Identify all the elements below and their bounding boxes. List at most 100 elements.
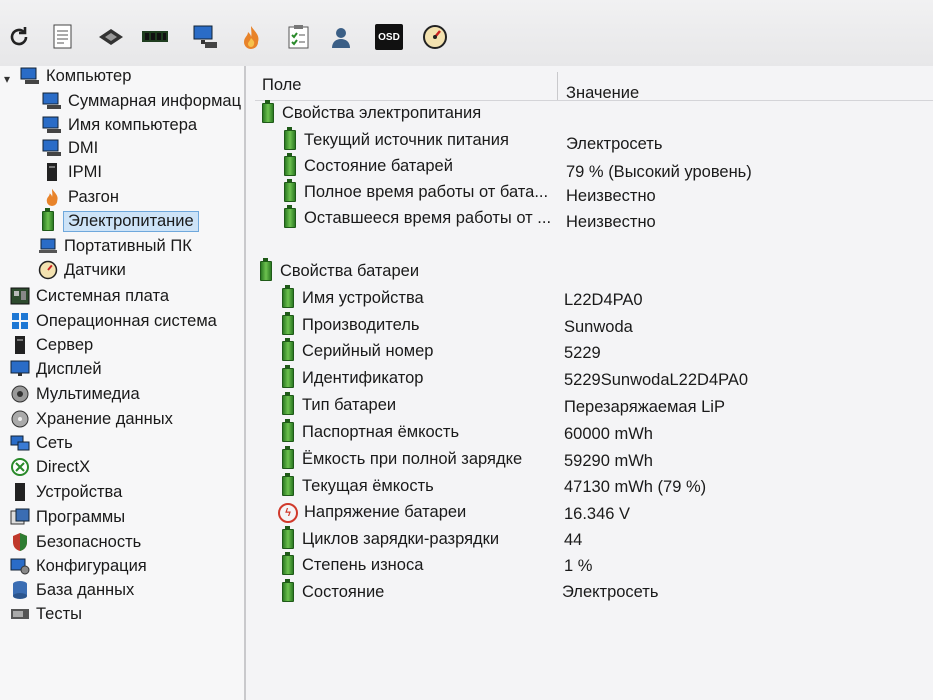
tree-item-config[interactable]: Конфигурация (10, 555, 147, 577)
column-header-value[interactable]: Значение (566, 80, 639, 106)
tree-item-portable[interactable]: Портативный ПК (38, 235, 192, 257)
battery-icon (284, 205, 298, 228)
tree-item-multimedia[interactable]: Мультимедиа (10, 383, 140, 405)
report-icon[interactable] (48, 22, 78, 52)
tree-item-label: Устройства (36, 482, 123, 501)
tree-item-dmi[interactable]: DMI (42, 137, 98, 159)
group-header-power[interactable]: Свойства электропитания (262, 100, 481, 125)
tree-item-database[interactable]: База данных (10, 579, 134, 601)
tree-item-security[interactable]: Безопасность (10, 531, 141, 553)
tree-item-computer[interactable]: Компьютер (20, 65, 131, 87)
table-row[interactable]: Циклов зарядки-разрядки (282, 526, 499, 551)
battery-icon (282, 473, 296, 496)
table-row[interactable]: Паспортная ёмкость (282, 419, 459, 444)
field-value: Электросеть (562, 582, 659, 601)
xbox-icon (10, 457, 30, 477)
tree-item-summary[interactable]: Суммарная информац (42, 90, 241, 112)
tree-item-network[interactable]: Сеть (10, 432, 73, 454)
table-row[interactable]: Ёмкость при полной зарядке (282, 446, 522, 471)
battery-icon (38, 208, 58, 231)
tree-item-overclock[interactable]: Разгон (42, 186, 119, 208)
field-label: Тип батареи (302, 395, 397, 414)
table-row[interactable]: Тип батареи (282, 392, 397, 417)
cpu-icon[interactable] (96, 22, 126, 52)
motherboard-icon (10, 286, 30, 306)
tree-item-label: Мультимедиа (36, 384, 140, 403)
user-icon[interactable] (326, 22, 356, 52)
table-row[interactable]: Полное время работы от бата... (284, 179, 548, 204)
tree-item-ipmi[interactable]: IPMI (42, 161, 102, 183)
battery-icon (284, 127, 298, 150)
table-row[interactable]: Идентификатор (282, 365, 423, 390)
table-row[interactable]: Степень износа (282, 552, 423, 577)
battery-icon (284, 179, 298, 202)
tree-item-label: Дисплей (36, 359, 102, 378)
checklist-icon[interactable] (284, 22, 314, 52)
tree-item-tests[interactable]: Тесты (10, 603, 82, 625)
tree-item-label: Безопасность (36, 532, 142, 551)
tree-item-display[interactable]: Дисплей (10, 358, 102, 380)
tree-item-label: DirectX (36, 457, 91, 476)
tree-item-label: Электропитание (63, 210, 199, 232)
flame-icon[interactable] (236, 22, 266, 52)
shield-icon (10, 532, 30, 552)
tree-item-label: Программы (36, 507, 126, 526)
field-value: Электросеть (566, 134, 663, 153)
field-label: Текущая ёмкость (302, 476, 434, 495)
field-value: Sunwoda (564, 317, 633, 336)
table-row[interactable]: Имя устройства (282, 285, 424, 310)
field-value: L22D4PA0 (564, 290, 643, 309)
table-row[interactable]: Оставшееся время работы от ... (284, 205, 551, 230)
server-icon (42, 162, 62, 182)
table-row[interactable]: Серийный номер (282, 338, 434, 363)
computer-icon (42, 115, 62, 135)
tree-item-storage[interactable]: Хранение данных (10, 408, 173, 430)
tests-icon (10, 604, 30, 624)
toolbar: OSD (0, 0, 933, 67)
collapse-arrow-icon[interactable]: ▾ (4, 72, 10, 86)
tree-item-devices[interactable]: Устройства (10, 481, 122, 503)
field-label: Напряжение батареи (304, 502, 467, 521)
tree-item-label: Датчики (64, 260, 126, 279)
tree-item-motherboard[interactable]: Системная плата (10, 285, 169, 307)
network-computer-icon[interactable] (190, 22, 220, 52)
field-value: Неизвестно (566, 212, 656, 231)
group-header-battery[interactable]: Свойства батареи (260, 258, 419, 283)
battery-icon (282, 338, 296, 361)
table-row[interactable]: Текущий источник питания (284, 127, 509, 152)
tree-item-label: Сеть (36, 433, 73, 452)
table-row[interactable]: Состояние батарей (284, 153, 453, 178)
battery-icon (282, 552, 296, 575)
osd-icon[interactable]: OSD (374, 22, 404, 52)
gauge-icon[interactable] (420, 22, 450, 52)
field-value: 79 % (Высокий уровень) (566, 162, 752, 181)
field-value: 1 % (564, 556, 593, 575)
battery-icon (282, 579, 296, 602)
refresh-icon[interactable] (4, 22, 34, 52)
field-value: 47130 mWh (79 %) (564, 477, 707, 496)
tree-item-os[interactable]: Операционная система (10, 310, 217, 332)
tree-item-programs[interactable]: Программы (10, 506, 125, 528)
gauge-icon (38, 260, 58, 280)
memory-icon[interactable] (140, 22, 170, 52)
column-divider[interactable] (557, 72, 558, 100)
table-row[interactable]: Производитель (282, 312, 419, 337)
battery-icon (260, 258, 274, 281)
field-label: Серийный номер (302, 341, 434, 360)
tree-item-computer-name[interactable]: Имя компьютера (42, 114, 197, 136)
tree-item-label: Конфигурация (36, 556, 147, 575)
tree-item-server[interactable]: Сервер (10, 334, 93, 356)
table-row[interactable]: Состояние (282, 579, 384, 604)
tree-item-sensors[interactable]: Датчики (38, 259, 126, 281)
table-row[interactable]: Текущая ёмкость (282, 473, 434, 498)
tree-item-label: DMI (68, 138, 99, 157)
programs-icon (10, 507, 30, 527)
tree-item-directx[interactable]: DirectX (10, 456, 90, 478)
tree-item-label: Хранение данных (36, 409, 173, 428)
column-header-field[interactable]: Поле (262, 72, 301, 98)
battery-icon (282, 312, 296, 335)
tree-item-power[interactable]: Электропитание (38, 208, 199, 232)
table-row[interactable]: ϟ Напряжение батареи (278, 500, 466, 524)
battery-icon (282, 446, 296, 469)
battery-icon (282, 526, 296, 549)
